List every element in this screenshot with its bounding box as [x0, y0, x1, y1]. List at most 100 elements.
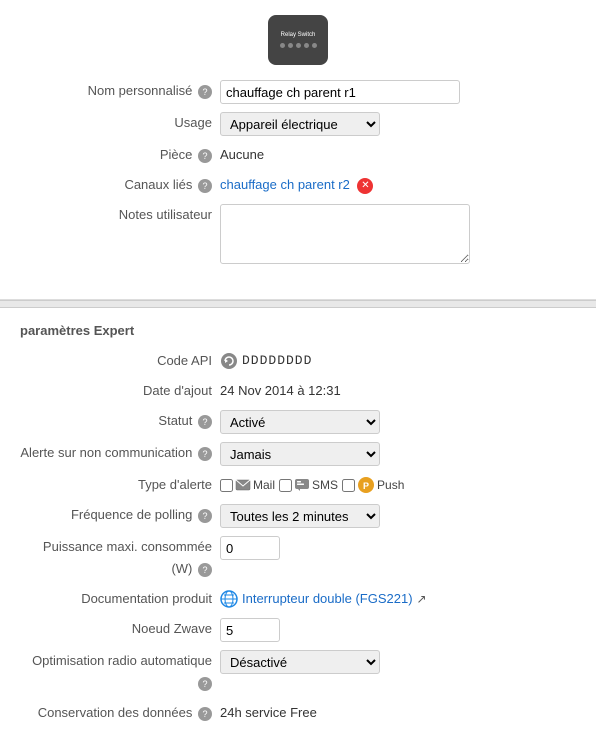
sms-checkbox-item: SMS	[279, 474, 338, 496]
canaux-link[interactable]: chauffage ch parent r2	[220, 177, 350, 192]
expert-title: paramètres Expert	[20, 323, 576, 338]
mail-label: Mail	[253, 474, 275, 496]
usage-label: Usage	[20, 112, 220, 134]
mail-checkbox-item: Mail	[220, 474, 275, 496]
relay-switch-image: Relay Switch	[268, 15, 328, 65]
statut-help-icon[interactable]: ?	[198, 415, 212, 429]
doc-label: Documentation produit	[20, 588, 220, 610]
code-api-text: DDDDDDDD	[242, 350, 312, 372]
usage-value: Appareil électrique Éclairage Autre	[220, 112, 576, 136]
conservation-value: 24h service Free	[220, 702, 576, 724]
push-checkbox[interactable]	[342, 479, 355, 492]
statut-row: Statut ? Activé Désactivé	[20, 410, 576, 434]
conservation-label: Conservation des données ?	[20, 702, 220, 724]
canaux-row: Canaux liés ? chauffage ch parent r2 ✕	[20, 174, 576, 196]
code-api-row: Code API DDDDDDDD	[20, 350, 576, 372]
alerte-label: Alerte sur non communication ?	[20, 442, 220, 464]
doc-value: Interrupteur double (FGS221) ↗	[220, 588, 576, 610]
optim-value: Désactivé Activé	[220, 650, 576, 674]
canaux-remove-icon[interactable]: ✕	[357, 178, 373, 194]
date-value: 24 Nov 2014 à 12:31	[220, 380, 576, 402]
notes-row: Notes utilisateur	[20, 204, 576, 271]
piece-text: Aucune	[220, 147, 264, 162]
optim-label: Optimisation radio automatique ?	[20, 650, 220, 694]
optim-help-icon[interactable]: ?	[198, 677, 212, 691]
external-link-icon[interactable]: ↗	[417, 588, 427, 610]
conservation-row: Conservation des données ? 24h service F…	[20, 702, 576, 724]
dot-5	[312, 43, 317, 48]
piece-label: Pièce ?	[20, 144, 220, 166]
conservation-help-icon[interactable]: ?	[198, 707, 212, 721]
device-dots	[280, 43, 317, 48]
nom-label: Nom personnalisé ?	[20, 80, 220, 102]
noeud-input[interactable]	[220, 618, 280, 642]
conservation-text: 24h service Free	[220, 705, 317, 720]
alerte-row: Alerte sur non communication ? Jamais 1 …	[20, 442, 576, 466]
noeud-label: Noeud Zwave	[20, 618, 220, 640]
freq-help-icon[interactable]: ?	[198, 509, 212, 523]
date-row: Date d'ajout 24 Nov 2014 à 12:31	[20, 380, 576, 402]
doc-row: Documentation produit Interrupteur doubl…	[20, 588, 576, 610]
statut-value: Activé Désactivé	[220, 410, 576, 434]
notes-textarea[interactable]	[220, 204, 470, 264]
canaux-value: chauffage ch parent r2 ✕	[220, 174, 576, 196]
svg-text:P: P	[363, 481, 369, 491]
code-api-value: DDDDDDDD	[220, 350, 576, 372]
puissance-help-icon[interactable]: ?	[198, 563, 212, 577]
dot-2	[288, 43, 293, 48]
usage-select[interactable]: Appareil électrique Éclairage Autre	[220, 112, 380, 136]
date-text: 24 Nov 2014 à 12:31	[220, 383, 341, 398]
doc-globe-icon	[220, 590, 238, 608]
alerte-select[interactable]: Jamais 1 heure 6 heures 24 heures	[220, 442, 380, 466]
code-api-label: Code API	[20, 350, 220, 372]
puissance-row: Puissance maxi. consommée (W) ?	[20, 536, 576, 580]
puissance-value	[220, 536, 576, 560]
optim-select[interactable]: Désactivé Activé	[220, 650, 380, 674]
nom-row: Nom personnalisé ?	[20, 80, 576, 104]
notes-label: Notes utilisateur	[20, 204, 220, 226]
freq-value: Toutes les 2 minutes Toutes les 5 minute…	[220, 504, 576, 528]
freq-select[interactable]: Toutes les 2 minutes Toutes les 5 minute…	[220, 504, 380, 528]
dot-4	[304, 43, 309, 48]
freq-row: Fréquence de polling ? Toutes les 2 minu…	[20, 504, 576, 528]
type-alerte-value: Mail SMS P Push	[220, 474, 576, 496]
puissance-input[interactable]	[220, 536, 280, 560]
noeud-row: Noeud Zwave	[20, 618, 576, 642]
canaux-help-icon[interactable]: ?	[198, 179, 212, 193]
push-label: Push	[377, 474, 404, 496]
device-image-container: Relay Switch	[20, 15, 576, 65]
alerte-value: Jamais 1 heure 6 heures 24 heures	[220, 442, 576, 466]
statut-label: Statut ?	[20, 410, 220, 432]
nom-value	[220, 80, 576, 104]
piece-value: Aucune	[220, 144, 576, 166]
mail-icon	[235, 477, 251, 493]
sms-icon	[294, 477, 310, 493]
nom-input[interactable]	[220, 80, 460, 104]
mail-checkbox[interactable]	[220, 479, 233, 492]
canaux-label: Canaux liés ?	[20, 174, 220, 196]
alerte-help-icon[interactable]: ?	[198, 447, 212, 461]
freq-label: Fréquence de polling ?	[20, 504, 220, 526]
device-label: Relay Switch	[281, 32, 316, 39]
notes-value	[220, 204, 576, 271]
puissance-label: Puissance maxi. consommée (W) ?	[20, 536, 220, 580]
dot-1	[280, 43, 285, 48]
expert-section: paramètres Expert Code API DDDDDDDD Date…	[0, 308, 596, 752]
noeud-value	[220, 618, 576, 642]
type-alerte-label: Type d'alerte	[20, 474, 220, 496]
section-separator	[0, 300, 596, 308]
nom-help-icon[interactable]: ?	[198, 85, 212, 99]
statut-select[interactable]: Activé Désactivé	[220, 410, 380, 434]
piece-help-icon[interactable]: ?	[198, 149, 212, 163]
push-icon: P	[357, 476, 375, 494]
refresh-icon[interactable]	[220, 352, 238, 370]
sms-checkbox[interactable]	[279, 479, 292, 492]
sms-label: SMS	[312, 474, 338, 496]
piece-row: Pièce ? Aucune	[20, 144, 576, 166]
doc-link[interactable]: Interrupteur double (FGS221)	[242, 588, 413, 610]
date-label: Date d'ajout	[20, 380, 220, 402]
type-alerte-row: Type d'alerte Mail SMS	[20, 474, 576, 496]
dot-3	[296, 43, 301, 48]
optim-row: Optimisation radio automatique ? Désacti…	[20, 650, 576, 694]
push-checkbox-item: P Push	[342, 474, 404, 496]
